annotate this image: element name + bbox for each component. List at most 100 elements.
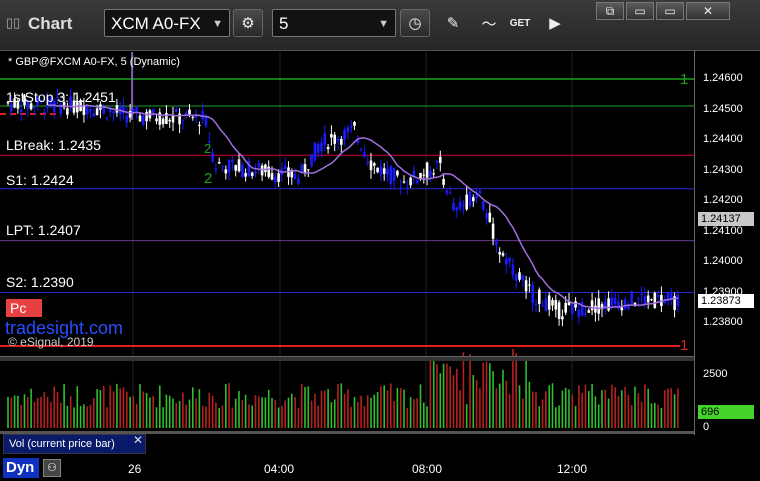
candle-body (656, 295, 660, 297)
candle-body (363, 152, 366, 157)
candle-body (462, 204, 465, 206)
candle-body (458, 201, 462, 210)
candle-body (95, 108, 99, 116)
candle-body (297, 178, 300, 184)
candle-body (191, 116, 195, 118)
candle-body (366, 162, 369, 164)
chart-header: * GBP@FXCM A0-FX, 5 (Dynamic) (8, 56, 180, 68)
candle-body (646, 295, 650, 303)
candle-body (237, 159, 241, 172)
candle-body (452, 202, 455, 210)
volume-tick: 0 (703, 421, 710, 433)
candle-body (498, 252, 501, 255)
candle-body (640, 293, 643, 295)
interval-value: 5 (279, 14, 289, 33)
candle-body (402, 181, 406, 183)
price-tick: 1.24500 (703, 103, 743, 115)
price-tick: 1.24600 (703, 72, 743, 84)
pencil-icon[interactable]: ✎ (438, 9, 468, 37)
candle-body (429, 170, 432, 177)
candle-body (224, 169, 228, 174)
candle-body (244, 172, 247, 177)
candle-body (198, 124, 201, 126)
candle-body (333, 134, 336, 144)
price-chart[interactable] (0, 50, 760, 481)
candle-body (435, 160, 439, 163)
pc-badge: Pc (6, 299, 42, 317)
candle-body (303, 164, 307, 173)
chart-window-icon: ▯▯ (6, 15, 21, 30)
volume-tick: 2500 (703, 368, 728, 380)
level-label-s1: S1: 1.2424 (6, 172, 74, 188)
candle-body (188, 109, 191, 115)
candle-body (112, 111, 115, 114)
candle-body (613, 297, 617, 305)
candle-body (538, 289, 541, 304)
candle-body (310, 154, 313, 167)
candle-body (125, 115, 129, 123)
candle-body (145, 111, 148, 122)
candle-body (227, 159, 231, 173)
candle-body (415, 180, 419, 184)
candle-body (274, 176, 277, 182)
candle-body (495, 239, 498, 245)
maximize-window-button[interactable]: ▭ (626, 2, 654, 20)
candle-body (518, 272, 521, 280)
candle-body (448, 192, 452, 194)
close-window-button[interactable]: ✕ (686, 2, 730, 20)
candle-body (386, 168, 389, 175)
candle-body (211, 152, 214, 162)
play-icon[interactable]: ▶ (540, 9, 570, 37)
candle-body (184, 112, 188, 115)
candle-body (353, 122, 356, 126)
candle-body (102, 107, 105, 114)
chart-style-icon[interactable]: 〜 (474, 9, 504, 37)
candle-body (396, 170, 399, 176)
candle-body (283, 165, 287, 169)
symbol-input[interactable]: XCM A0-FX ▼ (104, 9, 230, 37)
candle-body (445, 190, 449, 194)
candle-body (214, 168, 218, 170)
candle-body (554, 299, 558, 310)
level-label-1ststop: 1stStop 3: 1.2451 (6, 89, 116, 105)
toolbar: ▯▯ Chart XCM A0-FX ▼ ⚙ 5 ▼ ◷ ✎ 〜 GET ▶ ⧉… (0, 0, 760, 51)
window-title: Chart (28, 14, 73, 33)
copyright: © eSignal, 2019 (8, 335, 94, 349)
get-data-icon[interactable]: GET (505, 9, 535, 37)
candle-body (92, 113, 96, 117)
candle-body (607, 298, 610, 311)
time-scale-icon[interactable]: ⚇ (43, 459, 61, 477)
candle-body (105, 117, 109, 119)
restore-window-button[interactable]: ⧉ (596, 2, 624, 20)
candle-body (422, 174, 426, 176)
candle-body (307, 169, 310, 171)
interval-input[interactable]: 5 ▼ (272, 9, 396, 37)
clock-icon[interactable]: ◷ (400, 9, 430, 37)
candle-body (488, 212, 492, 222)
candle-body (300, 164, 303, 172)
candle-body (623, 299, 627, 309)
candle-body (115, 105, 119, 113)
candle-body (66, 108, 69, 115)
candle-body (653, 292, 657, 308)
candle-body (478, 190, 482, 194)
candle-body (277, 173, 280, 182)
close-study-button[interactable]: ✕ (133, 433, 143, 447)
ma-price-box: 1.24137 (698, 212, 754, 226)
candle-body (511, 264, 515, 276)
candle-body (349, 126, 353, 128)
candle-body (481, 201, 485, 210)
candle-body (551, 299, 554, 306)
candle-body (138, 115, 142, 122)
candle-body (485, 213, 488, 219)
candle-body (161, 118, 165, 125)
candle-body (346, 127, 350, 133)
gear-icon[interactable]: ⚙ (233, 9, 263, 37)
candle-body (521, 275, 525, 281)
price-axis-divider (694, 50, 695, 435)
minimize-panel-button[interactable]: ▭ (656, 2, 684, 20)
candle-body (257, 163, 261, 168)
dynamic-mode-button[interactable]: Dyn (3, 458, 39, 478)
candle-body (670, 292, 673, 299)
candle-body (336, 138, 340, 142)
